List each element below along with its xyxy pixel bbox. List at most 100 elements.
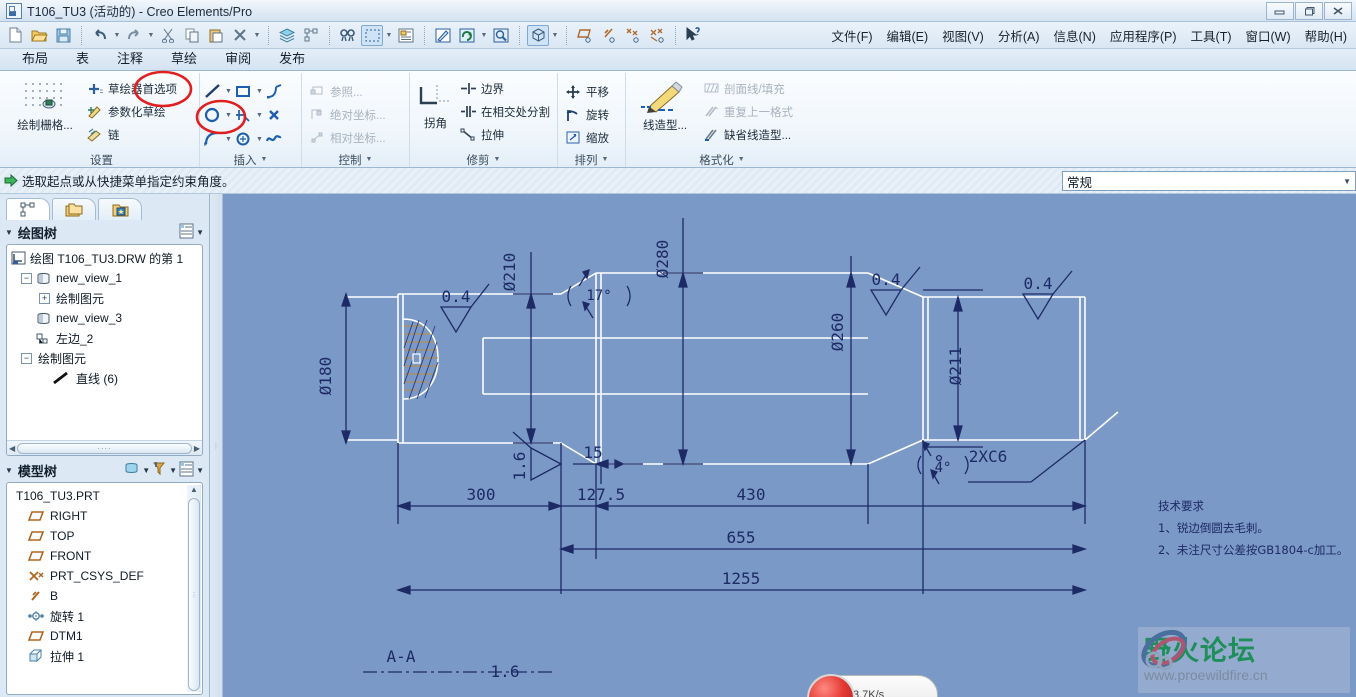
layers-icon[interactable] bbox=[276, 25, 298, 46]
tree-item-front[interactable]: FRONT bbox=[9, 546, 200, 566]
ellipse-tool-button[interactable]: ▼ bbox=[235, 131, 265, 148]
drawing-tree-box[interactable]: 绘图 T106_TU3.DRW 的第 1 − new_view_1 + 绘制图元… bbox=[6, 244, 203, 456]
collapse-triangle-icon[interactable]: ▼ bbox=[5, 466, 13, 475]
tree-menu-caret[interactable]: ▼ bbox=[196, 228, 204, 237]
datum-plane-icon[interactable] bbox=[574, 25, 596, 46]
delete-dropdown[interactable]: ▼ bbox=[252, 25, 262, 46]
tree-item-axis-b[interactable]: B bbox=[9, 586, 200, 606]
copy-icon[interactable] bbox=[181, 25, 203, 46]
trim-expand-icon[interactable]: ▼ bbox=[494, 156, 501, 163]
menu-edit[interactable]: 编辑(E) bbox=[880, 23, 936, 48]
tree-item-draft-entities-2[interactable]: − 绘制图元 bbox=[9, 348, 200, 368]
datum-csys-icon[interactable] bbox=[646, 25, 668, 46]
nav-tab-favorites[interactable] bbox=[98, 198, 142, 220]
select-box-icon[interactable] bbox=[361, 24, 383, 46]
menu-tools[interactable]: 工具(T) bbox=[1184, 23, 1239, 48]
nav-tab-folder-browser[interactable] bbox=[52, 198, 96, 220]
delete-icon[interactable] bbox=[229, 25, 251, 46]
tree-item-csys[interactable]: PRT_CSYS_DEF bbox=[9, 566, 200, 586]
line-tool-button[interactable]: ▼ bbox=[204, 83, 234, 100]
filter-icon[interactable] bbox=[151, 461, 168, 479]
help-pointer-icon[interactable] bbox=[683, 25, 705, 46]
tree-item-right[interactable]: RIGHT bbox=[9, 506, 200, 526]
polyline-tool-button[interactable] bbox=[266, 83, 283, 100]
datum-point-icon[interactable] bbox=[622, 25, 644, 46]
properties-icon[interactable] bbox=[395, 25, 417, 46]
menu-info[interactable]: 信息(N) bbox=[1047, 23, 1103, 48]
tree-item-line-6[interactable]: 直线 (6) bbox=[9, 368, 200, 388]
new-icon[interactable] bbox=[4, 25, 26, 46]
zoom-icon[interactable] bbox=[490, 25, 512, 46]
arc-tool-button[interactable]: ▼ bbox=[204, 131, 234, 148]
tree-item-draft-entities-1[interactable]: + 绘制图元 bbox=[9, 288, 200, 308]
stretch-button[interactable]: 拉伸 bbox=[457, 123, 553, 146]
hscroll-thumb[interactable]: ···· bbox=[17, 442, 192, 454]
translate-button[interactable]: 平移 bbox=[562, 80, 612, 103]
find-icon[interactable] bbox=[337, 25, 359, 46]
download-speed-widget[interactable]: 3.7K/s bbox=[807, 674, 938, 697]
nav-tab-model-tree[interactable] bbox=[6, 198, 50, 220]
insert-expand-icon[interactable]: ▼ bbox=[261, 156, 268, 163]
line-style-button[interactable]: 线造型... bbox=[630, 77, 700, 133]
scale-button[interactable]: 缩放 bbox=[562, 126, 612, 149]
tree-item-top[interactable]: TOP bbox=[9, 526, 200, 546]
tree-item-new-view-3[interactable]: new_view_3 bbox=[9, 308, 200, 328]
point-tool-button[interactable]: ▼ bbox=[235, 107, 265, 124]
minimize-button[interactable] bbox=[1266, 2, 1294, 20]
undo-dropdown[interactable]: ▼ bbox=[112, 25, 122, 46]
rotate-button[interactable]: 旋转 bbox=[562, 103, 612, 126]
spline-tool-button[interactable] bbox=[265, 131, 283, 148]
redo-icon[interactable] bbox=[123, 25, 145, 46]
chain-button[interactable]: 链 bbox=[84, 123, 180, 146]
format-expand-icon[interactable]: ▼ bbox=[738, 156, 745, 163]
tree-item-revolve-1[interactable]: 旋转 1 bbox=[9, 606, 200, 626]
tree-item-drawing[interactable]: 绘图 T106_TU3.DRW 的第 1 bbox=[9, 248, 200, 268]
vscroll-thumb[interactable]: ⋮ bbox=[188, 498, 200, 691]
parametric-sketch-button[interactable]: 参数化草绘 bbox=[84, 100, 180, 123]
arrange-expand-icon[interactable]: ▼ bbox=[602, 156, 609, 163]
panel-divider[interactable]: ⋮ bbox=[210, 194, 223, 697]
paste-icon[interactable] bbox=[205, 25, 227, 46]
tree-settings-icon[interactable] bbox=[178, 461, 195, 480]
corner-button[interactable]: 拐角 bbox=[414, 77, 457, 131]
show-icon[interactable] bbox=[123, 461, 141, 479]
menu-file[interactable]: 文件(F) bbox=[825, 23, 880, 48]
rectangle-dropdown[interactable]: ▼ bbox=[254, 88, 265, 95]
scroll-left-icon[interactable]: ◀ bbox=[9, 444, 15, 453]
open-icon[interactable] bbox=[28, 25, 50, 46]
ellipse-dropdown[interactable]: ▼ bbox=[254, 136, 265, 143]
circle-tool-button[interactable]: ▼ bbox=[204, 107, 234, 124]
tab-review[interactable]: 审阅 bbox=[211, 46, 265, 70]
tab-annotate[interactable]: 注释 bbox=[103, 46, 157, 70]
arc-dropdown[interactable]: ▼ bbox=[223, 136, 234, 143]
expander-icon[interactable]: − bbox=[21, 352, 32, 364]
select-dropdown[interactable]: ▼ bbox=[384, 25, 394, 46]
divide-at-intersection-button[interactable]: 在相交处分割 bbox=[457, 100, 553, 123]
tab-layout[interactable]: 布局 bbox=[8, 46, 62, 70]
chevron-down-icon[interactable]: ▼ bbox=[1343, 177, 1351, 186]
menu-analysis[interactable]: 分析(A) bbox=[991, 23, 1047, 48]
expander-icon[interactable]: − bbox=[21, 272, 32, 284]
default-line-style-button[interactable]: 缺省线造型... bbox=[700, 123, 796, 146]
close-button[interactable] bbox=[1324, 2, 1352, 20]
repaint-icon[interactable] bbox=[432, 25, 454, 46]
menu-view[interactable]: 视图(V) bbox=[935, 23, 991, 48]
refresh-icon[interactable] bbox=[456, 25, 478, 46]
circle-dropdown[interactable]: ▼ bbox=[223, 112, 234, 119]
redo-dropdown[interactable]: ▼ bbox=[146, 25, 156, 46]
shading-icon[interactable] bbox=[527, 24, 549, 46]
view-style-combo[interactable]: 常规 ▼ bbox=[1062, 171, 1356, 191]
maximize-button[interactable] bbox=[1295, 2, 1323, 20]
drawing-canvas[interactable]: Ø180 Ø210 Ø280 Ø260 Ø211 300 127.5 430 6… bbox=[223, 194, 1356, 697]
drawing-tree-hscrollbar[interactable]: ◀ ···· ▶ bbox=[7, 440, 202, 455]
tree-item-new-view-1[interactable]: − new_view_1 bbox=[9, 268, 200, 288]
tree-settings-icon[interactable] bbox=[178, 223, 195, 242]
show-caret[interactable]: ▼ bbox=[142, 466, 150, 475]
sketcher-prefs-button[interactable]: 草绘器首选项 bbox=[84, 77, 180, 100]
model-tree-icon[interactable] bbox=[300, 25, 322, 46]
control-expand-icon[interactable]: ▼ bbox=[366, 156, 373, 163]
expander-icon[interactable]: + bbox=[39, 292, 50, 304]
model-tree-box[interactable]: T106_TU3.PRT RIGHT TOP FRONT PRT_CSYS_DE… bbox=[6, 482, 203, 695]
datum-axis-icon[interactable] bbox=[598, 25, 620, 46]
menu-help[interactable]: 帮助(H) bbox=[1298, 23, 1354, 48]
